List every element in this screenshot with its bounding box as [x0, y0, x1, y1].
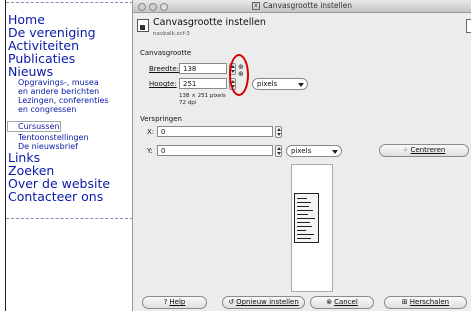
- resolution-info: 72 dpi: [179, 100, 197, 106]
- offset-section-title: Verspringen: [140, 115, 182, 123]
- nav-link[interactable]: Cursussen: [7, 121, 61, 132]
- resize-button-label: Herschalen: [409, 298, 450, 306]
- dialog-header: Canvasgrootte instellen navbalk.xcf-3: [137, 17, 471, 41]
- site-navigation: Home De vereniging Activiteiten Publicaties…: [7, 13, 132, 203]
- layer-preview: [294, 193, 319, 243]
- nav-link[interactable]: Opgravings-, musea: [8, 78, 132, 87]
- resize-icon: ⊞: [401, 298, 408, 306]
- chevron-down-icon: [298, 83, 304, 87]
- center-button[interactable]: ⁘ Centreren: [379, 144, 469, 157]
- canvas-size-dialog: x Canvasgrootte instellen Canvasgrootte i…: [132, 0, 471, 311]
- width-input[interactable]: 138: [179, 63, 227, 74]
- x-label: X:: [147, 128, 155, 136]
- reset-icon: ↺: [228, 298, 235, 306]
- x-offset-spinner[interactable]: [275, 126, 282, 138]
- size-info: 138 × 251 pixels: [179, 93, 226, 99]
- nav-link[interactable]: en andere berichten: [8, 87, 132, 96]
- center-button-label: Centreren: [410, 146, 446, 154]
- nav-link[interactable]: en congressen: [8, 105, 132, 114]
- screen: Home De vereniging Activiteiten Publicaties…: [0, 0, 471, 311]
- canvas-size-section-title: Canvasgrootte: [140, 49, 192, 57]
- help-button[interactable]: ? Help: [142, 296, 207, 309]
- help-icon: ?: [163, 298, 168, 306]
- dialog-titlebar[interactable]: x Canvasgrootte instellen: [133, 0, 471, 13]
- window-title: x Canvasgrootte instellen: [133, 1, 471, 10]
- dialog-heading: Canvasgrootte instellen: [153, 17, 266, 28]
- nav-link[interactable]: Tentoonstellingen: [8, 133, 132, 142]
- unit-select-value: pixels: [257, 80, 278, 88]
- y-label: Y:: [147, 147, 153, 155]
- y-offset-spinner[interactable]: [275, 145, 282, 157]
- unit-select[interactable]: pixels: [252, 78, 308, 90]
- width-label: Breedte:: [149, 65, 179, 73]
- help-button-label: Help: [169, 298, 186, 306]
- chevron-down-icon: [332, 150, 338, 154]
- canvas-size-icon: [137, 19, 149, 32]
- height-label-text: Hoogte:: [149, 80, 177, 88]
- layout-guide-horizontal: [6, 2, 133, 3]
- nav-link[interactable]: Lezingen, conferenties: [8, 96, 132, 105]
- reset-button-label: Opnieuw instellen: [236, 298, 299, 306]
- reset-button[interactable]: ↺ Opnieuw instellen: [222, 296, 305, 309]
- nav-link[interactable]: Nieuws: [8, 65, 132, 78]
- cancel-button[interactable]: ⊗ Cancel: [310, 296, 374, 309]
- page-border: [5, 0, 6, 311]
- width-label-text: Breedte:: [149, 65, 179, 73]
- layout-guide-horizontal: [6, 218, 133, 219]
- nav-link[interactable]: Contacteer ons: [8, 190, 132, 203]
- offset-unit-value: pixels: [291, 147, 312, 155]
- image-name: navbalk.xcf-3: [153, 31, 190, 37]
- height-label: Hoogte:: [149, 80, 177, 88]
- cancel-icon: ⊗: [326, 298, 333, 306]
- highlight-annotation: [229, 54, 249, 96]
- preview-thumbnail-icon: [466, 19, 471, 33]
- window-title-text: Canvasgrootte instellen: [262, 1, 353, 10]
- height-input[interactable]: 251: [179, 78, 227, 89]
- x-offset-input[interactable]: 0: [157, 126, 273, 137]
- close-icon: x: [251, 2, 260, 10]
- cancel-button-label: Cancel: [334, 298, 358, 306]
- offset-unit-select[interactable]: pixels: [286, 145, 342, 157]
- y-offset-input[interactable]: 0: [157, 145, 273, 156]
- resize-button[interactable]: ⊞ Herschalen: [384, 296, 467, 309]
- canvas-preview[interactable]: [291, 164, 333, 292]
- center-icon: ⁘: [402, 146, 409, 154]
